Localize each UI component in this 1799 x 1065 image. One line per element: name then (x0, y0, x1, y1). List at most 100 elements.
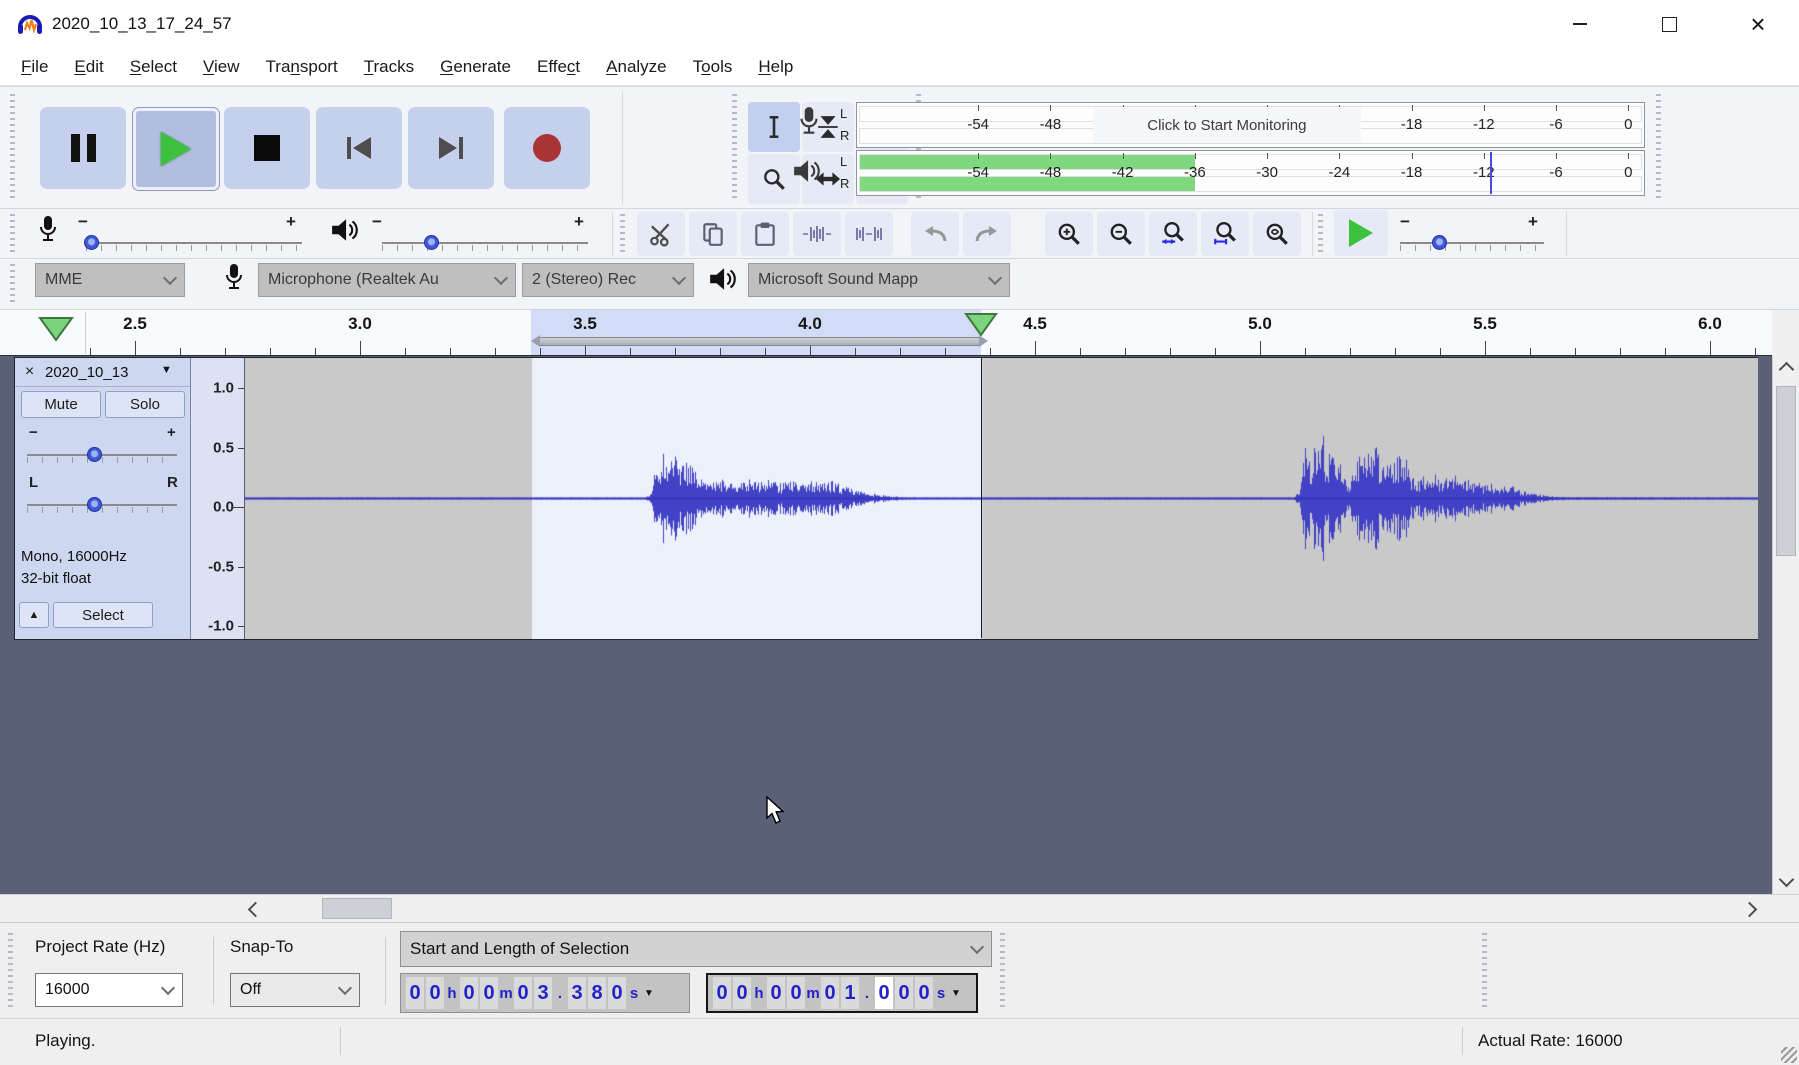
record-volume-thumb[interactable] (84, 235, 99, 250)
snap-to-combo[interactable]: Off (230, 973, 360, 1007)
time-digit[interactable]: 0 (480, 977, 498, 1009)
menu-item-tracks[interactable]: Tracks (351, 51, 427, 83)
selection-length-field[interactable]: 00h00m01.000s▼ (706, 973, 978, 1013)
time-digit[interactable]: h (752, 977, 766, 1009)
zoom-out-button[interactable] (1097, 212, 1145, 256)
speed-slider[interactable] (1400, 242, 1544, 244)
scroll-right-icon[interactable] (1744, 904, 1755, 915)
time-digit[interactable]: 0 (426, 977, 444, 1009)
time-display-grip[interactable] (1482, 933, 1487, 1009)
edit-toolbar-grip[interactable] (620, 214, 625, 254)
menu-item-transport[interactable]: Transport (253, 51, 351, 83)
playhead-triangle-icon[interactable] (963, 312, 999, 336)
silence-audio-button[interactable] (845, 212, 893, 256)
trim-audio-button[interactable] (793, 212, 841, 256)
time-digit[interactable]: 0 (895, 977, 913, 1009)
time-digit[interactable]: 0 (875, 977, 893, 1009)
time-digit[interactable]: 0 (767, 977, 785, 1009)
time-digit[interactable]: 0 (821, 977, 839, 1009)
project-rate-combo[interactable]: 16000 (35, 973, 183, 1007)
play-at-speed-grip[interactable] (1318, 214, 1323, 254)
time-digit[interactable]: 8 (588, 977, 606, 1009)
track-select-button[interactable]: Select (53, 602, 153, 628)
time-digit[interactable]: 0 (787, 977, 805, 1009)
recording-meter[interactable]: -54-48-42-36-30-24-18-12-60Click to Star… (856, 102, 1645, 148)
maximize-button[interactable] (1637, 0, 1701, 48)
menu-item-help[interactable]: Help (745, 51, 806, 83)
record-volume-slider[interactable] (86, 242, 302, 244)
pan-slider-thumb[interactable] (87, 497, 102, 512)
transport-toolbar-grip[interactable] (10, 94, 15, 200)
audio-host-combo[interactable]: MME (35, 263, 185, 297)
scroll-left-icon[interactable] (250, 904, 261, 915)
gain-slider-thumb[interactable] (87, 447, 102, 462)
time-digit[interactable]: s (627, 977, 641, 1009)
play-button[interactable] (132, 107, 220, 191)
time-digit[interactable]: 0 (514, 977, 532, 1009)
horizontal-scroll-thumb[interactable] (322, 898, 392, 919)
time-digit[interactable]: h (445, 977, 459, 1009)
dropdown-arrow-icon[interactable]: ▼ (951, 988, 961, 999)
time-digit[interactable]: 0 (460, 977, 478, 1009)
undo-button[interactable] (911, 212, 959, 256)
time-digit[interactable]: 3 (568, 977, 586, 1009)
redo-button[interactable] (963, 212, 1011, 256)
playback-volume-slider[interactable] (382, 242, 588, 244)
playback-device-combo[interactable]: Microsoft Sound Mapp (748, 263, 1010, 297)
menu-item-generate[interactable]: Generate (427, 51, 524, 83)
menu-item-tools[interactable]: Tools (680, 51, 746, 83)
speed-slider-thumb[interactable] (1432, 235, 1447, 250)
time-digit[interactable]: 0 (915, 977, 933, 1009)
pan-slider[interactable] (27, 504, 177, 506)
record-button[interactable] (504, 107, 590, 189)
time-digit[interactable]: 0 (733, 977, 751, 1009)
menu-item-edit[interactable]: Edit (61, 51, 116, 83)
time-digit[interactable]: 0 (608, 977, 626, 1009)
minimize-button[interactable] (1548, 0, 1612, 48)
menu-item-view[interactable]: View (190, 51, 253, 83)
tools-toolbar-grip[interactable] (732, 94, 737, 200)
time-digit[interactable]: s (934, 977, 948, 1009)
cut-button[interactable] (637, 212, 685, 256)
timeline-ruler[interactable]: 2.53.03.54.04.55.05.56.0 (0, 310, 1772, 356)
time-digit[interactable]: . (860, 977, 874, 1009)
scroll-up-icon[interactable] (1781, 364, 1792, 375)
play-at-speed-button[interactable] (1334, 210, 1388, 256)
resize-grip[interactable] (1781, 1047, 1797, 1063)
playback-meter[interactable]: -54-48-42-36-30-24-18-12-60 (856, 150, 1645, 196)
copy-button[interactable] (689, 212, 737, 256)
dropdown-arrow-icon[interactable]: ▼ (644, 988, 654, 999)
scroll-down-icon[interactable] (1781, 874, 1792, 885)
meter-right-grip[interactable] (1656, 94, 1661, 200)
selection-start-field[interactable]: 00h00m03.380s▼ (400, 973, 690, 1013)
time-digit[interactable]: 3 (534, 977, 552, 1009)
vertical-scrollbar[interactable] (1772, 356, 1799, 894)
waveform-canvas[interactable] (245, 358, 1758, 639)
selection-toolbar-grip[interactable] (8, 933, 13, 1009)
mute-button[interactable]: Mute (21, 391, 101, 418)
mixer-toolbar-grip[interactable] (10, 214, 15, 254)
track-menu-arrow-icon[interactable]: ▼ (161, 364, 172, 376)
track-close-button[interactable]: × (21, 363, 38, 380)
menu-item-analyze[interactable]: Analyze (593, 51, 679, 83)
solo-button[interactable]: Solo (105, 391, 185, 418)
menu-item-file[interactable]: File (8, 51, 61, 83)
time-toolbar-grip[interactable] (1000, 933, 1005, 1009)
playback-volume-thumb[interactable] (424, 235, 439, 250)
time-digit[interactable]: 0 (713, 977, 731, 1009)
time-digit[interactable]: m (806, 977, 820, 1009)
menu-item-effect[interactable]: Effect (524, 51, 593, 83)
device-toolbar-grip[interactable] (10, 264, 15, 302)
track-title[interactable]: 2020_10_13 (45, 364, 128, 381)
selection-tool-button[interactable] (748, 102, 800, 152)
time-digit[interactable]: . (553, 977, 567, 1009)
recording-channels-combo[interactable]: 2 (Stereo) Rec (522, 263, 694, 297)
selection-mode-combo[interactable]: Start and Length of Selection (400, 931, 992, 967)
time-digit[interactable]: 0 (406, 977, 424, 1009)
zoom-toggle-button[interactable] (1253, 212, 1301, 256)
skip-to-end-button[interactable] (408, 107, 494, 189)
vertical-scroll-thumb[interactable] (1776, 386, 1796, 556)
zoom-in-button[interactable] (1045, 212, 1093, 256)
vertical-scale-ruler[interactable]: 1.00.50.0-0.5-1.0 (191, 358, 245, 639)
waveform-area[interactable] (245, 358, 1758, 639)
